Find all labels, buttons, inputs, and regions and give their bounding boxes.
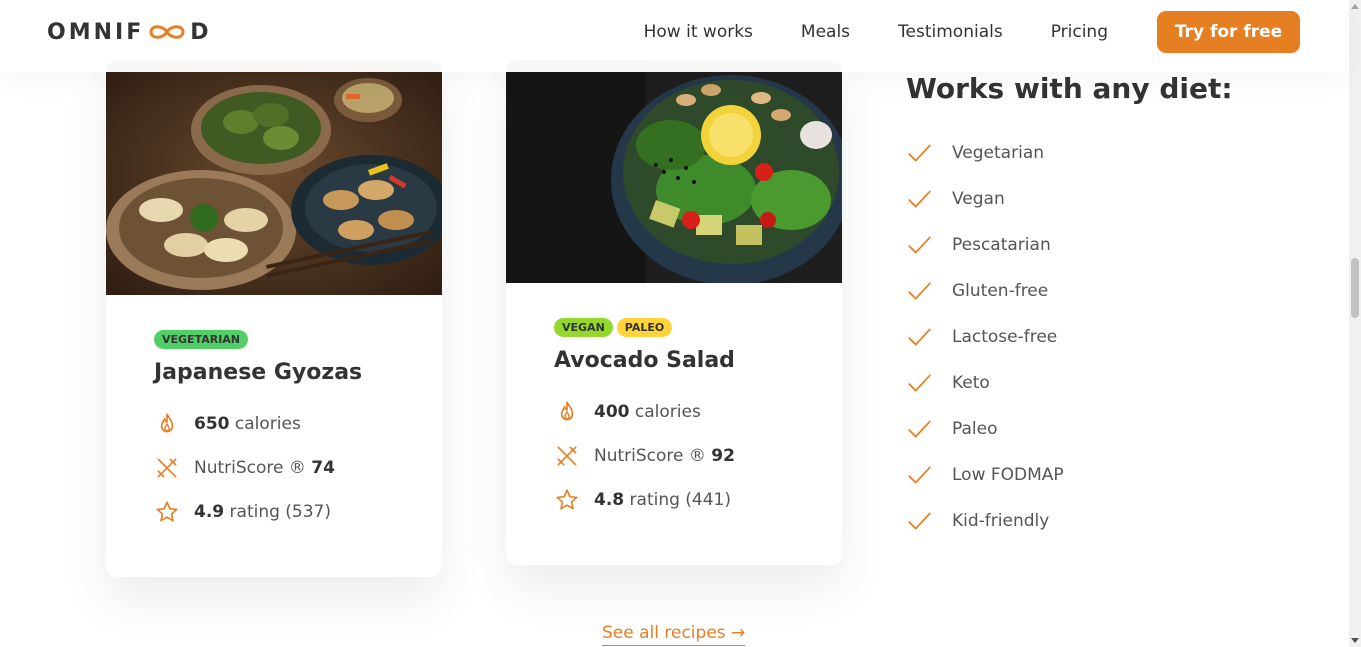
list-item: Vegetarian	[906, 140, 1064, 166]
list-item: Kid-friendly	[906, 508, 1064, 534]
rating-label: rating (441)	[629, 490, 732, 510]
list-item: Vegan	[906, 186, 1064, 212]
checkmark-icon	[908, 328, 931, 346]
meal-image-avocado-salad	[506, 60, 842, 283]
calories-label: calories	[234, 414, 301, 434]
checkmark-icon	[908, 466, 931, 484]
list-item: Lactose-free	[906, 324, 1064, 350]
flame-icon	[560, 401, 574, 421]
diet-label: Kid-friendly	[952, 511, 1050, 531]
try-for-free-button[interactable]: Try for free	[1157, 11, 1300, 53]
list-item: Paleo	[906, 416, 1064, 442]
scrollbar-thumb[interactable]	[1351, 258, 1359, 318]
meal-calories: 650 calories	[154, 412, 394, 436]
nutriscore-value: 92	[711, 446, 735, 466]
meal-nutriscore: NutriScore ® 74	[154, 456, 394, 480]
main-nav: How it works Meals Testimonials Pricing	[644, 22, 1108, 42]
list-item: Low FODMAP	[906, 462, 1064, 488]
utensils-icon	[157, 458, 177, 478]
meal-tags: Vegan Paleo	[554, 318, 794, 337]
calories-label: calories	[634, 402, 701, 422]
flame-icon	[160, 413, 174, 433]
tag-paleo: Paleo	[616, 318, 673, 337]
diet-label: Lactose-free	[952, 327, 1058, 347]
scroll-up-icon[interactable]	[1351, 4, 1359, 9]
meal-card-avocado-salad[interactable]: Vegan Paleo Avocado Salad 400 calories N…	[506, 60, 842, 565]
meal-tags: Vegetarian	[154, 330, 394, 349]
tag-vegetarian: Vegetarian	[154, 330, 249, 349]
meal-image-gyozas	[106, 60, 442, 295]
meal-title: Japanese Gyozas	[154, 360, 363, 385]
tag-vegan: Vegan	[554, 318, 613, 337]
checkmark-icon	[908, 190, 931, 208]
meal-card-gyozas[interactable]: Vegetarian Japanese Gyozas 650 calories …	[106, 60, 442, 577]
list-item: Keto	[906, 370, 1064, 396]
nutriscore-value: 74	[311, 458, 335, 478]
checkmark-icon	[908, 420, 931, 438]
checkmark-icon	[908, 236, 931, 254]
meal-title: Avocado Salad	[554, 348, 735, 373]
calories-value: 400	[594, 402, 630, 422]
diet-label: Pescatarian	[952, 235, 1051, 255]
checkmark-icon	[908, 374, 931, 392]
diet-label: Gluten-free	[952, 281, 1049, 301]
infinity-logo-icon	[149, 25, 185, 39]
omnifood-logo[interactable]: OMNIF D	[47, 19, 212, 45]
site-header: OMNIF D How it works Meals Testimonials …	[0, 0, 1349, 72]
star-icon	[156, 501, 178, 522]
see-all-recipes-link[interactable]: See all recipes →	[602, 622, 746, 646]
list-item: Gluten-free	[906, 278, 1064, 304]
meal-rating: 4.9 rating (537)	[154, 500, 394, 524]
meal-nutriscore: NutriScore ® 92	[554, 444, 794, 468]
rating-label: rating (537)	[229, 502, 332, 522]
diet-label: Low FODMAP	[952, 465, 1064, 485]
diet-label: Keto	[952, 373, 990, 393]
diets-heading: Works with any diet:	[906, 72, 1233, 105]
nav-link-how-it-works[interactable]: How it works	[644, 22, 753, 42]
checkmark-icon	[908, 512, 931, 530]
page-scrollbar[interactable]	[1349, 0, 1361, 647]
diet-label: Vegetarian	[952, 143, 1045, 163]
list-item: Pescatarian	[906, 232, 1064, 258]
nav-link-testimonials[interactable]: Testimonials	[898, 22, 1003, 42]
rating-value: 4.9	[194, 502, 225, 522]
rating-value: 4.8	[594, 490, 625, 510]
logo-text-left: OMNIF	[47, 19, 145, 45]
meal-calories: 400 calories	[554, 400, 794, 424]
nav-link-pricing[interactable]: Pricing	[1051, 22, 1108, 42]
diet-list: Vegetarian Vegan Pescatarian Gluten-free…	[906, 140, 1064, 554]
nutriscore-label: NutriScore ®	[194, 458, 306, 478]
meal-rating: 4.8 rating (441)	[554, 488, 794, 512]
checkmark-icon	[908, 282, 931, 300]
checkmark-icon	[908, 144, 931, 162]
diet-label: Vegan	[952, 189, 1005, 209]
diet-label: Paleo	[952, 419, 998, 439]
star-icon	[556, 489, 578, 510]
nav-link-meals[interactable]: Meals	[801, 22, 850, 42]
calories-value: 650	[194, 414, 230, 434]
scroll-down-icon[interactable]	[1351, 638, 1359, 643]
nutriscore-label: NutriScore ®	[594, 446, 706, 466]
utensils-icon	[557, 446, 577, 466]
logo-text-right: D	[190, 19, 212, 45]
